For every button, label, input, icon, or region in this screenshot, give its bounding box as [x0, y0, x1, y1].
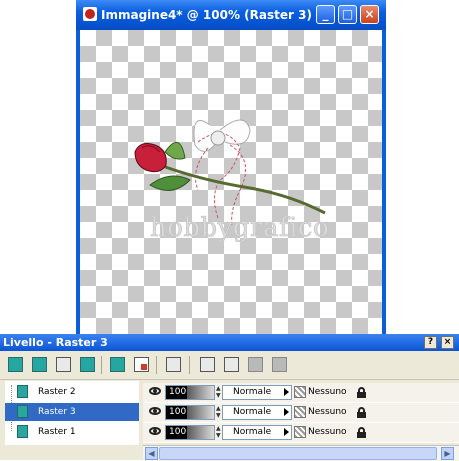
mask-icon[interactable]	[294, 386, 306, 398]
blend-arrow-icon[interactable]	[284, 428, 289, 436]
mask-label: Nessuno	[308, 387, 347, 397]
layer-item[interactable]: Raster 1	[5, 423, 139, 441]
toolbar-divider	[189, 356, 190, 374]
layer-props-row: 100 ▲ ▼ Normale Nessuno	[143, 423, 459, 443]
duplicate-layer-icon[interactable]	[110, 357, 125, 372]
scroll-left-button[interactable]: ◀	[145, 447, 158, 460]
opacity-value: 100	[168, 426, 188, 439]
blend-arrow-icon[interactable]	[284, 388, 289, 396]
layer-props-row: 100 ▲ ▼ Normale Nessuno	[143, 383, 459, 403]
scroll-right-button[interactable]: ▶	[441, 447, 454, 460]
blend-mode-select[interactable]: Normale	[222, 405, 292, 420]
layer-name: Raster 1	[38, 427, 76, 437]
link-layers-icon[interactable]	[248, 357, 263, 372]
opacity-slider[interactable]: 100	[165, 405, 215, 420]
maximize-button[interactable]: □	[338, 5, 357, 24]
layer-thumbnail-icon	[17, 425, 28, 438]
lock-icon[interactable]	[357, 387, 366, 398]
image-window: Immagine4* @ 100% (Raster 3) _ □ × hobby…	[76, 0, 386, 334]
eye-icon[interactable]	[149, 427, 161, 435]
new-vector-layer-icon[interactable]	[32, 357, 47, 372]
blend-mode-select[interactable]: Normale	[222, 385, 292, 400]
close-button[interactable]: ×	[360, 5, 379, 24]
edit-selection-icon[interactable]	[166, 357, 181, 372]
layer-properties: 100 ▲ ▼ Normale Nessuno 100 ▲ ▼ Normale Ne…	[143, 381, 459, 445]
help-button[interactable]: ?	[424, 336, 437, 349]
hide-all-layers-icon[interactable]	[224, 357, 239, 372]
lock-icon[interactable]	[357, 427, 366, 438]
ribbon-bow	[193, 119, 251, 226]
mask-icon[interactable]	[294, 426, 306, 438]
palette-close-button[interactable]: ×	[441, 336, 454, 349]
leaf	[164, 142, 186, 160]
watermark: hobbygrafico	[150, 213, 329, 243]
layer-tree: Raster 2 Raster 3 Raster 1	[5, 381, 139, 445]
layer-name: Raster 3	[38, 407, 76, 417]
mask-label: Nessuno	[308, 427, 347, 437]
blend-arrow-icon[interactable]	[284, 408, 289, 416]
opacity-slider[interactable]: 100	[165, 425, 215, 440]
scroll-thumb[interactable]	[159, 447, 437, 460]
lock-icon[interactable]	[357, 407, 366, 418]
eye-icon[interactable]	[149, 407, 161, 415]
rose-bud	[134, 143, 167, 173]
rose-stem	[159, 163, 326, 215]
leaf	[149, 175, 191, 191]
new-adjustment-layer-icon[interactable]	[80, 357, 95, 372]
app-icon[interactable]	[83, 7, 97, 21]
layer-toolbar	[0, 351, 459, 380]
layer-thumbnail-icon	[17, 385, 28, 398]
minimize-button[interactable]: _	[316, 5, 335, 24]
layer-palette: Livello - Raster 3 ? × Raster 2 Raster 3	[0, 334, 459, 461]
opacity-slider[interactable]: 100	[165, 385, 215, 400]
eye-icon[interactable]	[149, 387, 161, 395]
layer-palette-titlebar[interactable]: Livello - Raster 3 ? ×	[0, 334, 459, 351]
horizontal-scrollbar[interactable]: ◀ ▶	[143, 445, 459, 461]
layer-thumbnail-icon	[17, 405, 28, 418]
opacity-value: 100	[168, 386, 188, 399]
blend-mode-select[interactable]: Normale	[222, 425, 292, 440]
image-canvas[interactable]: hobbygrafico	[80, 30, 382, 334]
layer-props-row: 100 ▲ ▼ Normale Nessuno	[143, 403, 459, 423]
toolbar-divider	[156, 356, 157, 374]
image-window-title: Immagine4* @ 100% (Raster 3)	[101, 8, 312, 22]
new-mask-layer-icon[interactable]	[56, 357, 71, 372]
rose-artwork: hobbygrafico	[134, 119, 329, 243]
layer-name: Raster 2	[38, 387, 76, 397]
layer-item-selected[interactable]: Raster 3	[5, 403, 139, 421]
new-raster-layer-icon[interactable]	[8, 357, 23, 372]
opacity-value: 100	[168, 406, 188, 419]
delete-layer-icon[interactable]	[134, 357, 149, 372]
show-all-layers-icon[interactable]	[200, 357, 215, 372]
mask-icon[interactable]	[294, 406, 306, 418]
toolbar-divider	[101, 356, 102, 374]
layer-palette-title: Livello - Raster 3	[3, 336, 108, 349]
image-window-titlebar[interactable]: Immagine4* @ 100% (Raster 3) _ □ ×	[76, 0, 386, 30]
mask-label: Nessuno	[308, 407, 347, 417]
layer-item[interactable]: Raster 2	[5, 383, 139, 401]
unlink-layers-icon[interactable]	[272, 357, 287, 372]
